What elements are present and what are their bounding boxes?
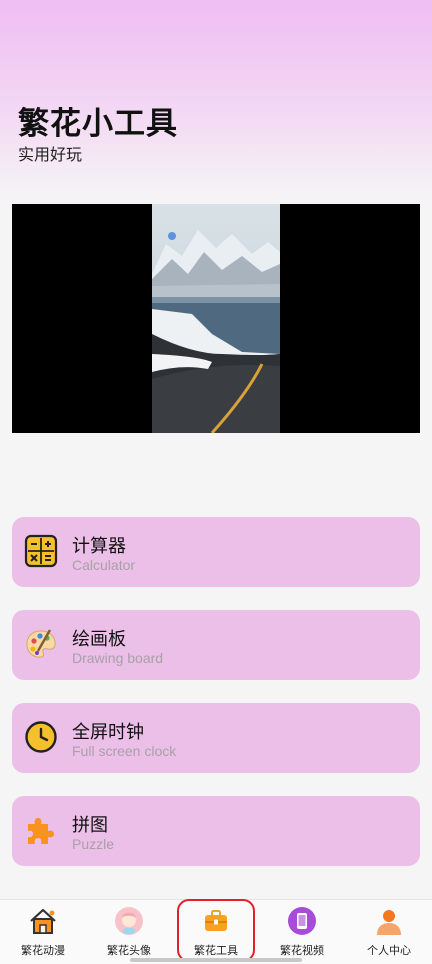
page-subtitle: 实用好玩 xyxy=(18,145,83,164)
selected-tab-highlight xyxy=(177,899,255,962)
tab-profile[interactable]: 个人中心 xyxy=(346,900,432,964)
video-frame xyxy=(152,204,280,433)
tool-card-puzzle[interactable]: 拼图 Puzzle xyxy=(12,796,420,866)
tab-anime[interactable]: 繁花动漫 xyxy=(0,900,86,964)
tool-subtitle: Calculator xyxy=(72,557,136,573)
tool-subtitle: Drawing board xyxy=(72,650,164,666)
tab-video[interactable]: 繁花视频 xyxy=(259,900,345,964)
home-icon xyxy=(30,908,56,934)
tool-subtitle: Full screen clock xyxy=(72,743,177,759)
tool-title: 绘画板 xyxy=(72,629,126,650)
tool-title: 全屏时钟 xyxy=(72,722,144,743)
tab-label: 繁花动漫 xyxy=(21,944,65,957)
video-thumbnail xyxy=(152,204,280,433)
tab-label: 繁花头像 xyxy=(107,944,151,957)
home-indicator xyxy=(130,958,302,962)
tab-label: 个人中心 xyxy=(367,944,411,957)
page-title: 繁花小工具 xyxy=(18,106,178,142)
palette-icon xyxy=(26,629,56,658)
tool-subtitle: Puzzle xyxy=(72,836,115,852)
tab-avatar[interactable]: 繁花头像 xyxy=(86,900,172,964)
puzzle-icon xyxy=(28,818,54,844)
phone-icon xyxy=(288,907,316,935)
video-player[interactable] xyxy=(12,204,420,433)
tool-card-drawing-board[interactable]: 绘画板 Drawing board xyxy=(12,610,420,680)
person-icon xyxy=(377,910,401,935)
tool-card-full-screen-clock[interactable]: 全屏时钟 Full screen clock xyxy=(12,703,420,773)
tool-title: 计算器 xyxy=(72,536,126,557)
clock-icon xyxy=(25,721,57,753)
tool-title: 拼图 xyxy=(72,815,108,836)
tab-label: 繁花视频 xyxy=(280,944,324,957)
calculator-icon xyxy=(24,534,58,568)
avatar-icon xyxy=(115,907,143,935)
tool-card-calculator[interactable]: 计算器 Calculator xyxy=(12,517,420,587)
